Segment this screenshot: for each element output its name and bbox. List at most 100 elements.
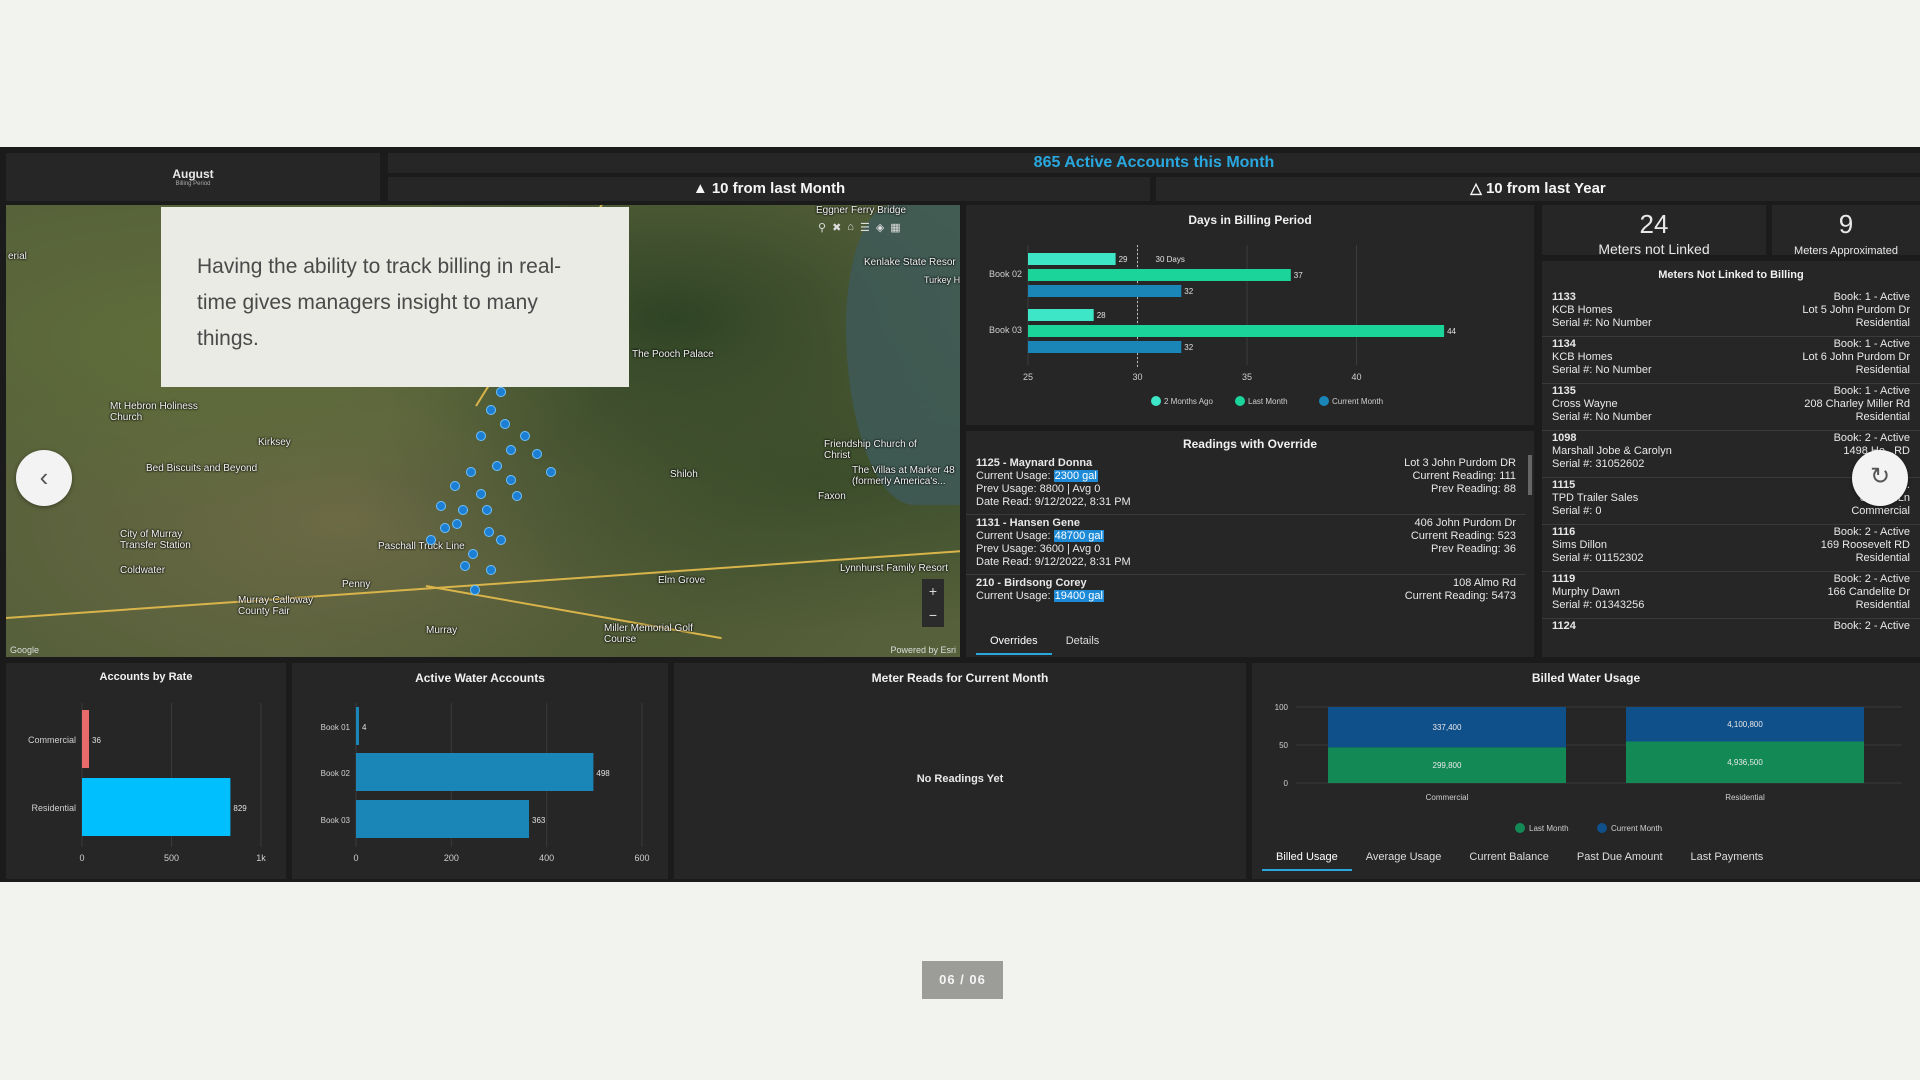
map-label: Kenlake State Resor — [864, 257, 956, 268]
list-icon[interactable]: ☰ — [860, 221, 870, 234]
meter-id: 1098 — [1552, 432, 1577, 444]
meter-reads-title: Meter Reads for Current Month — [871, 671, 1049, 685]
override-reading: 108 Almo Rd Current Reading: 5473 — [1405, 577, 1516, 603]
meter-id: 1133 — [1552, 291, 1576, 303]
meter-marker[interactable] — [486, 405, 496, 415]
meter-marker[interactable] — [520, 431, 530, 441]
list-item[interactable]: 1116 Sims Dillon Serial #: 01152302 Book: 2… — [1542, 524, 1920, 572]
tab-billed-usage[interactable]: Billed Usage — [1262, 845, 1352, 871]
meter-marker[interactable] — [436, 501, 446, 511]
data-label: 28 — [1097, 311, 1106, 320]
data-label: 4,936,500 — [1727, 758, 1763, 767]
overrides-scrollbar[interactable] — [1528, 455, 1532, 495]
active-accounts-banner: 865 Active Accounts this Month — [388, 153, 1920, 173]
map-label: Murray — [426, 625, 458, 636]
zoom-in-icon[interactable]: + — [922, 579, 944, 603]
meter-marker[interactable] — [546, 467, 556, 477]
overrides-tabs: Overrides Details — [976, 629, 1113, 655]
tab-details[interactable]: Details — [1052, 629, 1114, 655]
esri-attribution: Powered by Esri — [890, 645, 956, 655]
meter-owner: KCB Homes — [1552, 351, 1613, 363]
meter-marker[interactable] — [496, 387, 506, 397]
meter-owner: Marshall Jobe & Carolyn — [1552, 445, 1672, 457]
map-toolbar: ⚲ ✖ ⌂ ☰ ◈ ▦ — [818, 221, 901, 234]
meter-marker[interactable] — [440, 523, 450, 533]
basemap-icon[interactable]: ▦ — [890, 221, 900, 234]
meter-marker[interactable] — [468, 549, 478, 559]
map-label: Shiloh — [670, 469, 698, 480]
meter-id: 1135 — [1552, 385, 1576, 397]
approx-label: Meters Approximated — [1794, 245, 1898, 257]
tab-average-usage[interactable]: Average Usage — [1352, 845, 1456, 871]
previous-slide-button[interactable]: ‹ — [16, 450, 72, 506]
road — [6, 550, 960, 619]
meter-marker[interactable] — [532, 449, 542, 459]
map-view[interactable]: Eggner Ferry Bridge Kenlake State Resor … — [6, 205, 960, 657]
legend-swatch — [1235, 396, 1245, 406]
category-label: Book 02 — [321, 769, 351, 778]
zoom-control[interactable]: + − — [922, 579, 944, 627]
meter-marker[interactable] — [426, 535, 436, 545]
search-icon[interactable]: ⚲ — [818, 221, 826, 234]
legend-label: Current Month — [1332, 397, 1383, 406]
meter-marker[interactable] — [500, 419, 510, 429]
legend-label: Current Month — [1611, 824, 1662, 833]
list-item[interactable]: 1135 Cross Wayne Serial #: No Number Book: … — [1542, 383, 1920, 431]
override-usage: Current Usage: 2300 gal — [976, 470, 1131, 483]
map-label: Miller Memorial Golf Course — [604, 623, 693, 645]
meter-marker[interactable] — [450, 481, 460, 491]
override-item[interactable]: 1131 - Hansen Gene Current Usage: 48700 g… — [966, 515, 1526, 575]
meter-marker[interactable] — [506, 445, 516, 455]
meter-book: Book: 1 - Active — [1833, 385, 1910, 397]
zoom-out-icon[interactable]: − — [922, 603, 944, 627]
accounts-by-rate-chart: 0 500 1k Commercial 36 Residential 829 — [28, 703, 266, 863]
meter-book: Book: 2 - Active — [1833, 526, 1910, 538]
tab-current-balance[interactable]: Current Balance — [1455, 845, 1563, 871]
meter-marker[interactable] — [506, 475, 516, 485]
override-reading: 406 John Purdom Dr Current Reading: 523 Pr… — [1411, 517, 1516, 556]
category-label: Commercial — [1426, 793, 1469, 802]
category-label: Book 03 — [989, 325, 1022, 335]
meter-info: 1115 TPD Trailer Sales Serial #: 0 — [1552, 479, 1638, 518]
meter-location: Book: 1 - Active 208 Charley Miller Rd Res… — [1804, 385, 1910, 424]
overrides-list[interactable]: 1125 - Maynard Donna Current Usage: 2300 … — [966, 455, 1526, 615]
override-item[interactable]: 210 - Birdsong Corey Current Usage: 19400… — [966, 575, 1526, 615]
meter-marker[interactable] — [458, 505, 468, 515]
restart-button[interactable]: ↻ — [1852, 450, 1908, 506]
meter-marker[interactable] — [512, 491, 522, 501]
meter-marker[interactable] — [492, 461, 502, 471]
legend-swatch — [1319, 396, 1329, 406]
meter-marker[interactable] — [484, 527, 494, 537]
list-item[interactable]: 1133 KCB Homes Serial #: No Number Book: 1 … — [1542, 289, 1920, 337]
meter-marker[interactable] — [496, 535, 506, 545]
x-tick-label: 600 — [634, 853, 649, 863]
list-item[interactable]: 1134 KCB Homes Serial #: No Number Book: 1 … — [1542, 336, 1920, 384]
tab-past-due[interactable]: Past Due Amount — [1563, 845, 1677, 871]
tab-overrides[interactable]: Overrides — [976, 629, 1052, 655]
meter-marker[interactable] — [486, 565, 496, 575]
accounts-by-rate-panel: Accounts by Rate 0 500 1k Commercial 36 Resid… — [6, 663, 286, 879]
meter-marker[interactable] — [452, 519, 462, 529]
override-line: Date Read: 9/12/2022, 8:31 PM — [976, 556, 1131, 568]
meter-location: Book: 2 - Active — [1834, 620, 1910, 633]
meter-owner: Murphy Dawn — [1552, 586, 1620, 598]
meter-address: 166 Candelite Dr — [1827, 586, 1910, 598]
meter-marker[interactable] — [476, 489, 486, 499]
override-item[interactable]: 1125 - Maynard Donna Current Usage: 2300 … — [966, 455, 1526, 515]
list-item[interactable]: 1119 Murphy Dawn Serial #: 01343256 Book: 2… — [1542, 571, 1920, 619]
meter-marker[interactable] — [466, 467, 476, 477]
home-icon[interactable]: ⌂ — [847, 221, 854, 234]
meter-address: 169 Roosevelt RD — [1820, 539, 1910, 551]
select-icon[interactable]: ✖ — [832, 221, 841, 234]
meter-marker[interactable] — [476, 431, 486, 441]
data-label: 829 — [233, 804, 247, 813]
layers-icon[interactable]: ◈ — [876, 221, 884, 234]
tab-last-payments[interactable]: Last Payments — [1677, 845, 1778, 871]
meter-marker[interactable] — [460, 561, 470, 571]
billing-period-box: August Billing Period — [6, 153, 380, 201]
list-item[interactable]: 1124 Book: 2 - Active — [1542, 618, 1920, 657]
bar — [356, 753, 594, 791]
meter-marker[interactable] — [482, 505, 492, 515]
not-linked-label: Meters not Linked — [1598, 241, 1710, 257]
meter-marker[interactable] — [470, 585, 480, 595]
